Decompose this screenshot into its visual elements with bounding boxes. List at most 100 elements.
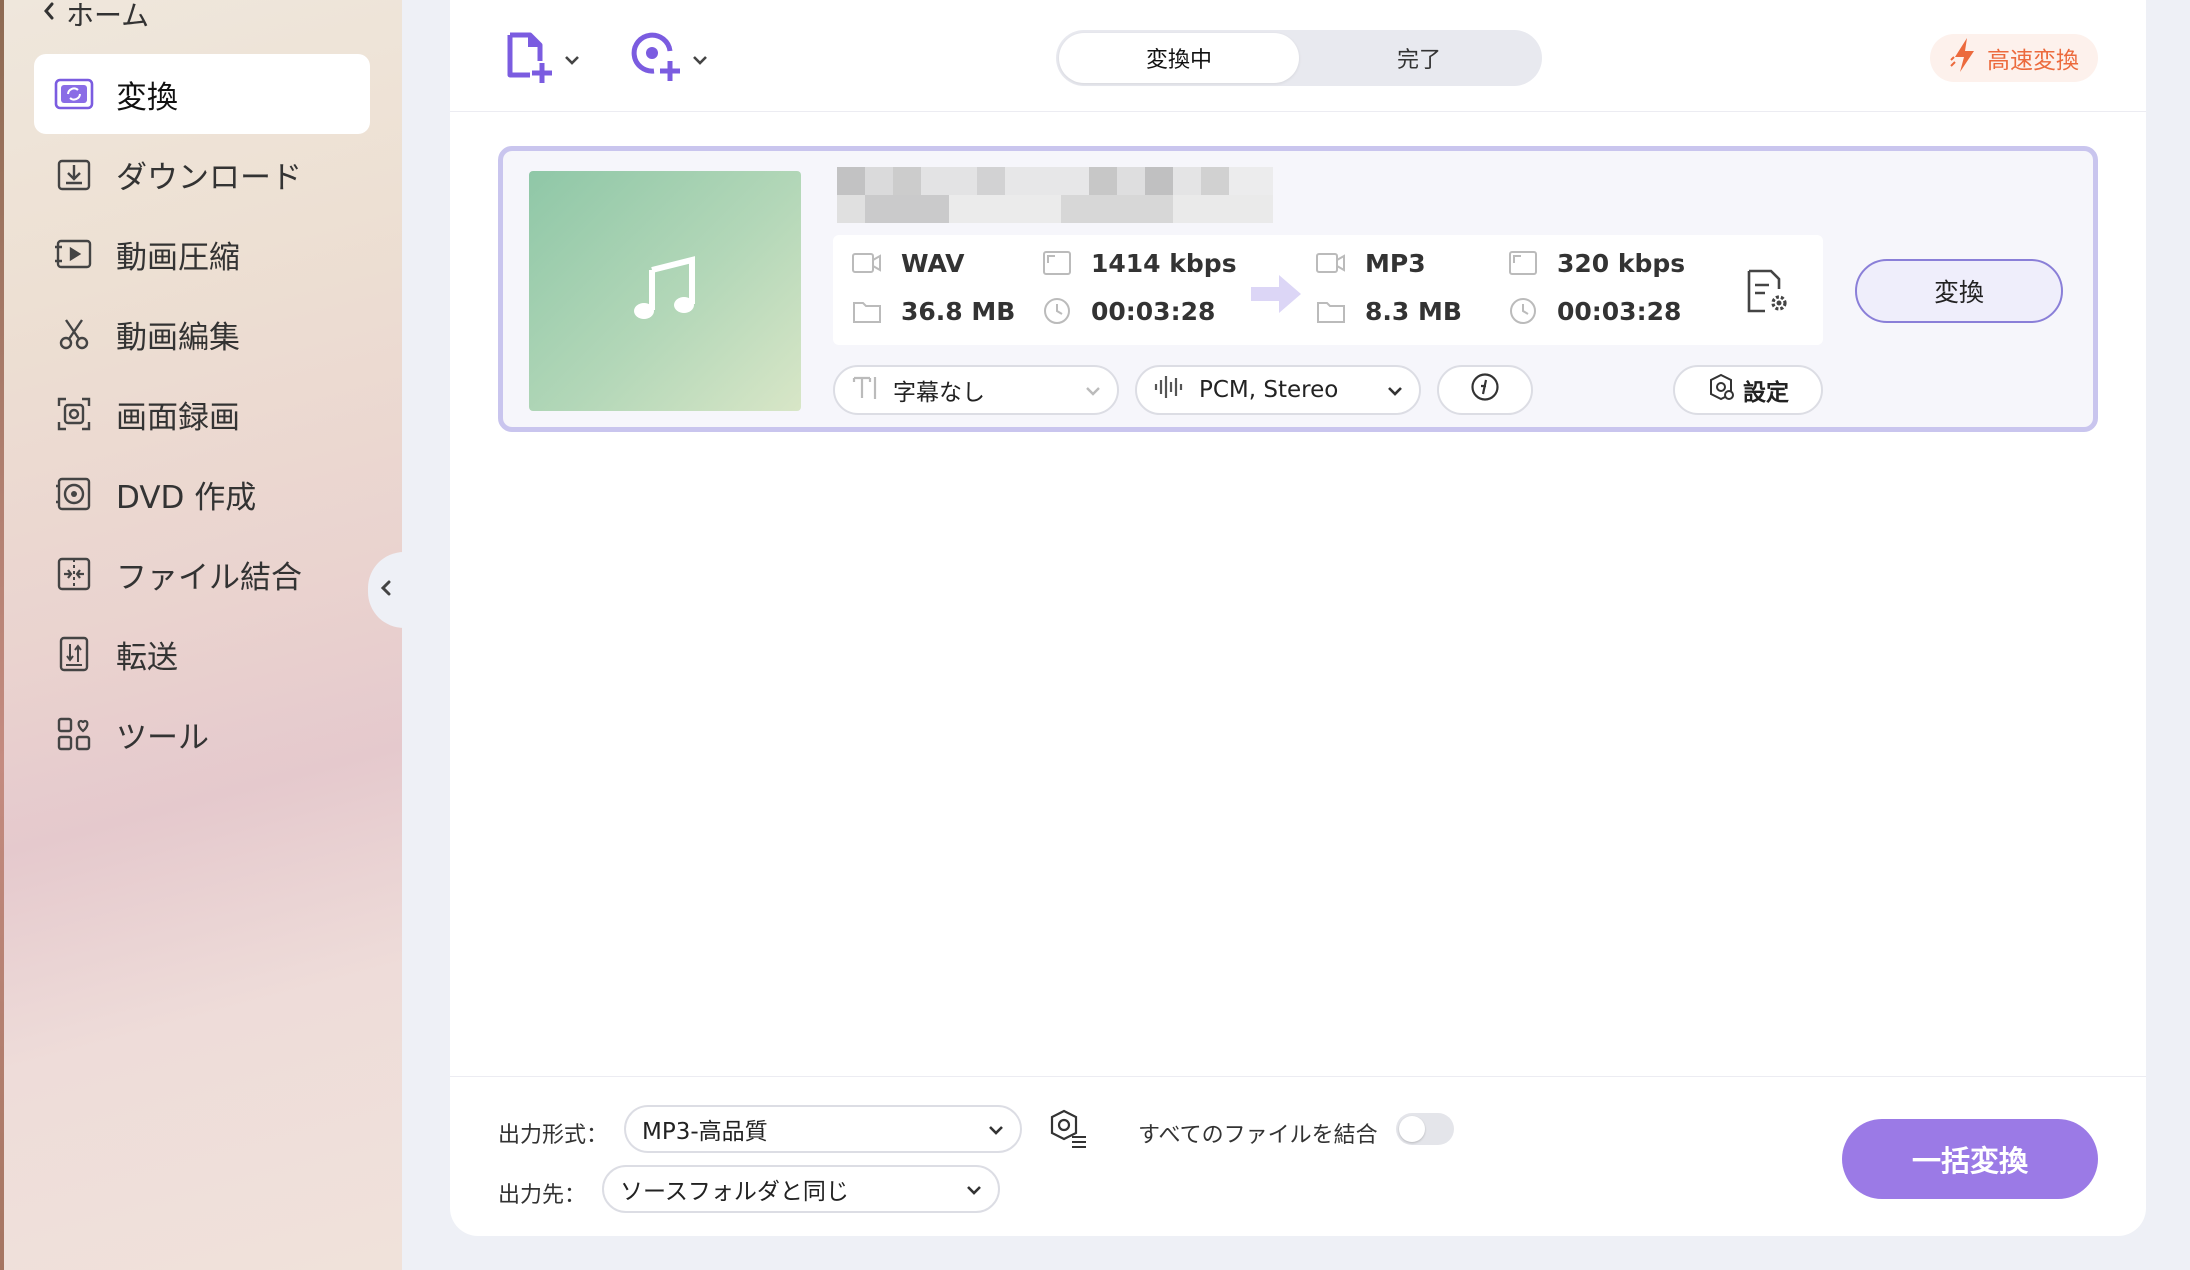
music-note-icon: [630, 256, 700, 326]
scissors-icon: [54, 314, 94, 354]
sidebar-item-label: ファイル結合: [116, 559, 302, 596]
waveform-icon: [1153, 374, 1185, 406]
video-icon: [1315, 247, 1347, 279]
source-bitrate-value: 1414 kbps: [1091, 248, 1237, 278]
convert-button[interactable]: 変換: [1855, 259, 2063, 323]
download-icon: [54, 154, 94, 194]
source-size: 36.8 MB: [851, 295, 1015, 327]
output-settings-button[interactable]: [1743, 267, 1791, 321]
add-disc-icon: [630, 31, 684, 89]
sidebar-item-label: 画面録画: [116, 399, 240, 436]
resolution-icon: [1041, 247, 1073, 279]
output-format-value: MP3-高品質: [642, 1119, 768, 1145]
sidebar-item-tools[interactable]: ツール: [34, 694, 370, 774]
audio-track-select[interactable]: PCM, Stereo: [1135, 365, 1421, 415]
format-settings-button[interactable]: [1046, 1107, 1090, 1155]
add-file-button[interactable]: [504, 30, 580, 90]
output-dest-value: ソースフォルダと同じ: [620, 1179, 849, 1205]
file-card[interactable]: WAV 1414 kbps 36.8 MB 00:03:28 MP3 320 k…: [498, 146, 2098, 432]
settings-button[interactable]: 設定: [1673, 365, 1823, 415]
sidebar-item-compress[interactable]: 動画圧縮: [34, 214, 370, 294]
settings-label: 設定: [1743, 380, 1789, 406]
sidebar-item-label: DVD 作成: [116, 479, 257, 516]
source-bitrate: 1414 kbps: [1041, 247, 1237, 279]
main-panel: 変換中 完了 高速変換 WAV 1414 kbps 36.8 MB 00:03:…: [450, 0, 2146, 1236]
home-link[interactable]: ホーム: [42, 0, 149, 32]
video-icon: [851, 247, 883, 279]
sidebar-nav: 変換 ダウンロード 動画圧縮 動画編集 画面録画 DVD 作成 ファイル結合 転…: [34, 54, 370, 774]
toolbar: 変換中 完了 高速変換: [450, 0, 2146, 112]
target-format: MP3: [1315, 247, 1426, 279]
audio-value: PCM, Stereo: [1199, 377, 1339, 403]
target-bitrate: 320 kbps: [1507, 247, 1685, 279]
sidebar-item-label: 動画編集: [116, 319, 240, 356]
target-size-value: 8.3 MB: [1365, 296, 1462, 326]
target-duration-value: 00:03:28: [1557, 296, 1682, 326]
target-size: 8.3 MB: [1315, 295, 1462, 327]
resolution-icon: [1507, 247, 1539, 279]
merge-all-label: すべてのファイルを結合: [1138, 1123, 1378, 1148]
subtitle-value: 字幕なし: [893, 380, 985, 406]
info-button[interactable]: [1437, 365, 1533, 415]
tab-converting[interactable]: 変換中: [1059, 33, 1299, 83]
sidebar-item-label: 変換: [116, 79, 178, 116]
sidebar-item-label: 動画圧縮: [116, 239, 240, 276]
add-disc-button[interactable]: [630, 30, 708, 90]
sidebar-item-download[interactable]: ダウンロード: [34, 134, 370, 214]
chevron-down-icon: [988, 1116, 1004, 1142]
folder-icon: [1315, 295, 1347, 327]
tab-done[interactable]: 完了: [1299, 33, 1539, 83]
home-label: ホーム: [66, 0, 150, 32]
source-size-value: 36.8 MB: [901, 296, 1016, 326]
compress-icon: [54, 234, 94, 274]
dvd-icon: [54, 474, 94, 514]
sidebar-item-transfer[interactable]: 転送: [34, 614, 370, 694]
add-file-icon: [504, 31, 556, 89]
lightning-icon: [1949, 36, 1979, 80]
output-format-label: 出力形式：: [498, 1123, 609, 1148]
output-format-select[interactable]: MP3-高品質: [624, 1105, 1022, 1153]
sidebar-item-convert[interactable]: 変換: [34, 54, 370, 134]
sidebar-item-label: ツール: [116, 719, 209, 756]
gear-icon: [1707, 373, 1735, 407]
target-format-value: MP3: [1365, 248, 1426, 278]
output-dest-select[interactable]: ソースフォルダと同じ: [602, 1165, 1000, 1213]
output-dest-label: 出力先：: [498, 1183, 587, 1208]
gear-list-icon: [1046, 1109, 1090, 1155]
sidebar-item-record[interactable]: 画面録画: [34, 374, 370, 454]
source-duration-value: 00:03:28: [1091, 296, 1216, 326]
chevron-down-icon: [966, 1176, 982, 1202]
sidebar: ホーム 変換 ダウンロード 動画圧縮 動画編集 画面録画 DVD 作成 ファイル…: [0, 0, 402, 1270]
chevron-down-icon: [692, 51, 708, 70]
bottom-bar: 出力形式： MP3-高品質 すべてのファイルを結合 出力先： ソースフォルダと同…: [450, 1076, 2146, 1236]
sidebar-item-dvd[interactable]: DVD 作成: [34, 454, 370, 534]
source-duration: 00:03:28: [1041, 295, 1215, 327]
batch-convert-button[interactable]: 一括変換: [1842, 1119, 2098, 1199]
chevron-left-icon: [379, 578, 393, 602]
target-duration: 00:03:28: [1507, 295, 1681, 327]
fast-convert-label: 高速変換: [1987, 48, 2079, 74]
chevron-left-icon: [42, 1, 56, 27]
toggle-knob: [1399, 1116, 1425, 1142]
info-icon: [1470, 372, 1500, 408]
sidebar-item-merge[interactable]: ファイル結合: [34, 534, 370, 614]
chevron-down-icon: [564, 51, 580, 70]
status-tabs: 変換中 完了: [1056, 30, 1542, 86]
chevron-down-icon: [1085, 377, 1101, 403]
merge-all-toggle[interactable]: [1396, 1113, 1454, 1145]
sidebar-item-label: 転送: [116, 639, 178, 676]
target-bitrate-value: 320 kbps: [1557, 248, 1686, 278]
file-name-redacted: [837, 167, 1273, 223]
clock-icon: [1041, 295, 1073, 327]
folder-icon: [851, 295, 883, 327]
merge-icon: [54, 554, 94, 594]
tools-icon: [54, 714, 94, 754]
screen-record-icon: [54, 394, 94, 434]
fast-convert-button[interactable]: 高速変換: [1930, 34, 2098, 82]
file-thumbnail: [529, 171, 801, 411]
arrow-right-icon: [1249, 271, 1303, 321]
source-format: WAV: [851, 247, 964, 279]
subtitle-select[interactable]: 字幕なし: [833, 365, 1119, 415]
sidebar-item-edit[interactable]: 動画編集: [34, 294, 370, 374]
file-settings-icon: [1743, 269, 1791, 321]
